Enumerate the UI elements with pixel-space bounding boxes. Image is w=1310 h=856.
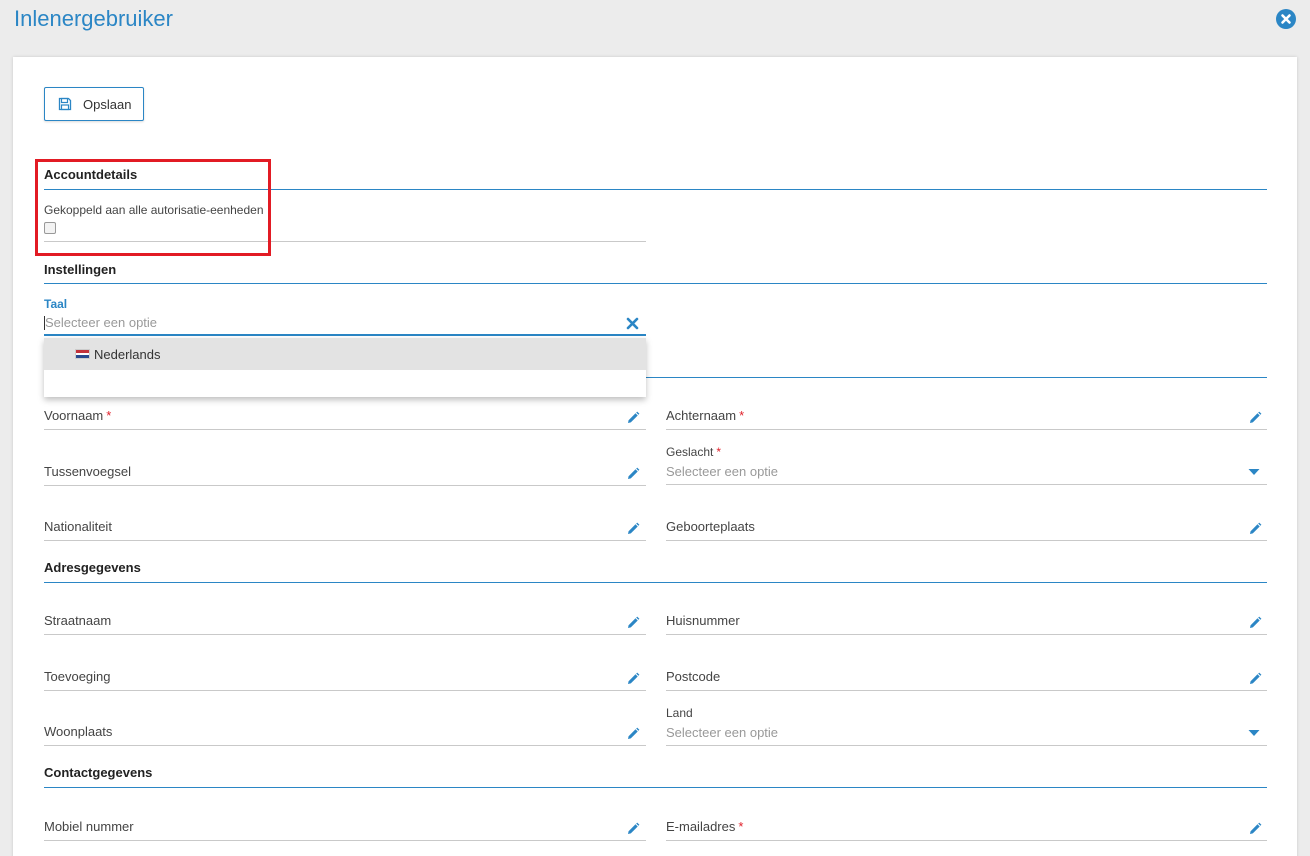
save-button-label: Opslaan <box>83 97 132 112</box>
nationality-field[interactable]: Nationaliteit <box>44 519 112 534</box>
highlight-annotation <box>35 159 271 256</box>
language-select-underline <box>44 334 646 336</box>
section-title-settings: Instellingen <box>44 262 117 277</box>
required-marker: * <box>739 408 745 423</box>
infix-field[interactable]: Tussenvoegsel <box>44 464 131 479</box>
last-name-label: Achternaam <box>666 408 737 423</box>
field-underline <box>666 745 1267 746</box>
email-label: E-mailadres <box>666 819 736 834</box>
gender-label: Geslacht <box>666 445 714 459</box>
language-option-dutch[interactable]: Nederlands <box>44 338 646 370</box>
floppy-disk-icon <box>58 97 72 111</box>
field-underline <box>44 690 646 691</box>
pencil-icon[interactable] <box>1247 615 1263 631</box>
section-title-contact: Contactgegevens <box>44 765 153 780</box>
field-underline <box>666 690 1267 691</box>
field-underline <box>666 840 1267 841</box>
pencil-icon[interactable] <box>625 410 641 426</box>
first-name-field[interactable]: Voornaam * <box>44 408 111 423</box>
field-underline <box>44 540 646 541</box>
chevron-down-icon[interactable] <box>1248 729 1260 737</box>
dutch-flag-icon <box>75 349 90 359</box>
field-underline <box>666 634 1267 635</box>
mobile-field[interactable]: Mobiel nummer <box>44 819 134 834</box>
close-button[interactable] <box>1276 9 1296 29</box>
first-name-label: Voornaam <box>44 408 104 423</box>
gender-label-wrap: Geslacht * <box>666 445 721 459</box>
birthplace-field[interactable]: Geboorteplaats <box>666 519 755 534</box>
text-cursor <box>44 316 45 330</box>
pencil-icon[interactable] <box>1247 671 1263 687</box>
pencil-icon[interactable] <box>625 671 641 687</box>
close-icon <box>1281 14 1291 24</box>
gender-select[interactable]: Selecteer een optie <box>666 464 1236 479</box>
field-underline <box>666 484 1267 485</box>
city-field[interactable]: Woonplaats <box>44 724 112 739</box>
field-underline <box>666 429 1267 430</box>
country-label: Land <box>666 706 693 720</box>
language-option-label: Nederlands <box>94 347 161 362</box>
pencil-icon[interactable] <box>1247 521 1263 537</box>
field-underline <box>666 540 1267 541</box>
page-title: Inlenergebruiker <box>14 6 173 31</box>
title-bar: Inlenergebruiker <box>0 0 1310 40</box>
pencil-icon[interactable] <box>625 726 641 742</box>
email-field[interactable]: E-mailadres * <box>666 819 743 834</box>
required-marker: * <box>106 408 112 423</box>
language-label: Taal <box>44 297 68 311</box>
required-marker: * <box>738 819 744 834</box>
section-divider-settings <box>44 283 1267 284</box>
addition-field[interactable]: Toevoeging <box>44 669 111 684</box>
section-divider-contact <box>44 787 1267 788</box>
required-marker: * <box>716 445 722 459</box>
field-underline <box>44 485 646 486</box>
field-underline <box>44 634 646 635</box>
pencil-icon[interactable] <box>625 821 641 837</box>
save-button[interactable]: Opslaan <box>44 87 144 121</box>
section-title-address: Adresgegevens <box>44 560 141 575</box>
pencil-icon[interactable] <box>625 466 641 482</box>
pencil-icon[interactable] <box>1247 821 1263 837</box>
chevron-down-icon[interactable] <box>1248 468 1260 476</box>
street-field[interactable]: Straatnaam <box>44 613 111 628</box>
field-underline <box>44 429 646 430</box>
section-divider-address <box>44 582 1267 583</box>
language-select-input[interactable]: Selecteer een optie <box>45 315 615 330</box>
clear-selection-icon[interactable] <box>626 317 639 330</box>
pencil-icon[interactable] <box>1247 410 1263 426</box>
field-underline <box>44 745 646 746</box>
postcode-field[interactable]: Postcode <box>666 669 720 684</box>
pencil-icon[interactable] <box>625 521 641 537</box>
pencil-icon[interactable] <box>625 615 641 631</box>
house-number-field[interactable]: Huisnummer <box>666 613 740 628</box>
last-name-field[interactable]: Achternaam * <box>666 408 744 423</box>
field-underline <box>44 840 646 841</box>
language-dropdown: Nederlands <box>44 338 646 397</box>
country-select[interactable]: Selecteer een optie <box>666 725 1236 740</box>
